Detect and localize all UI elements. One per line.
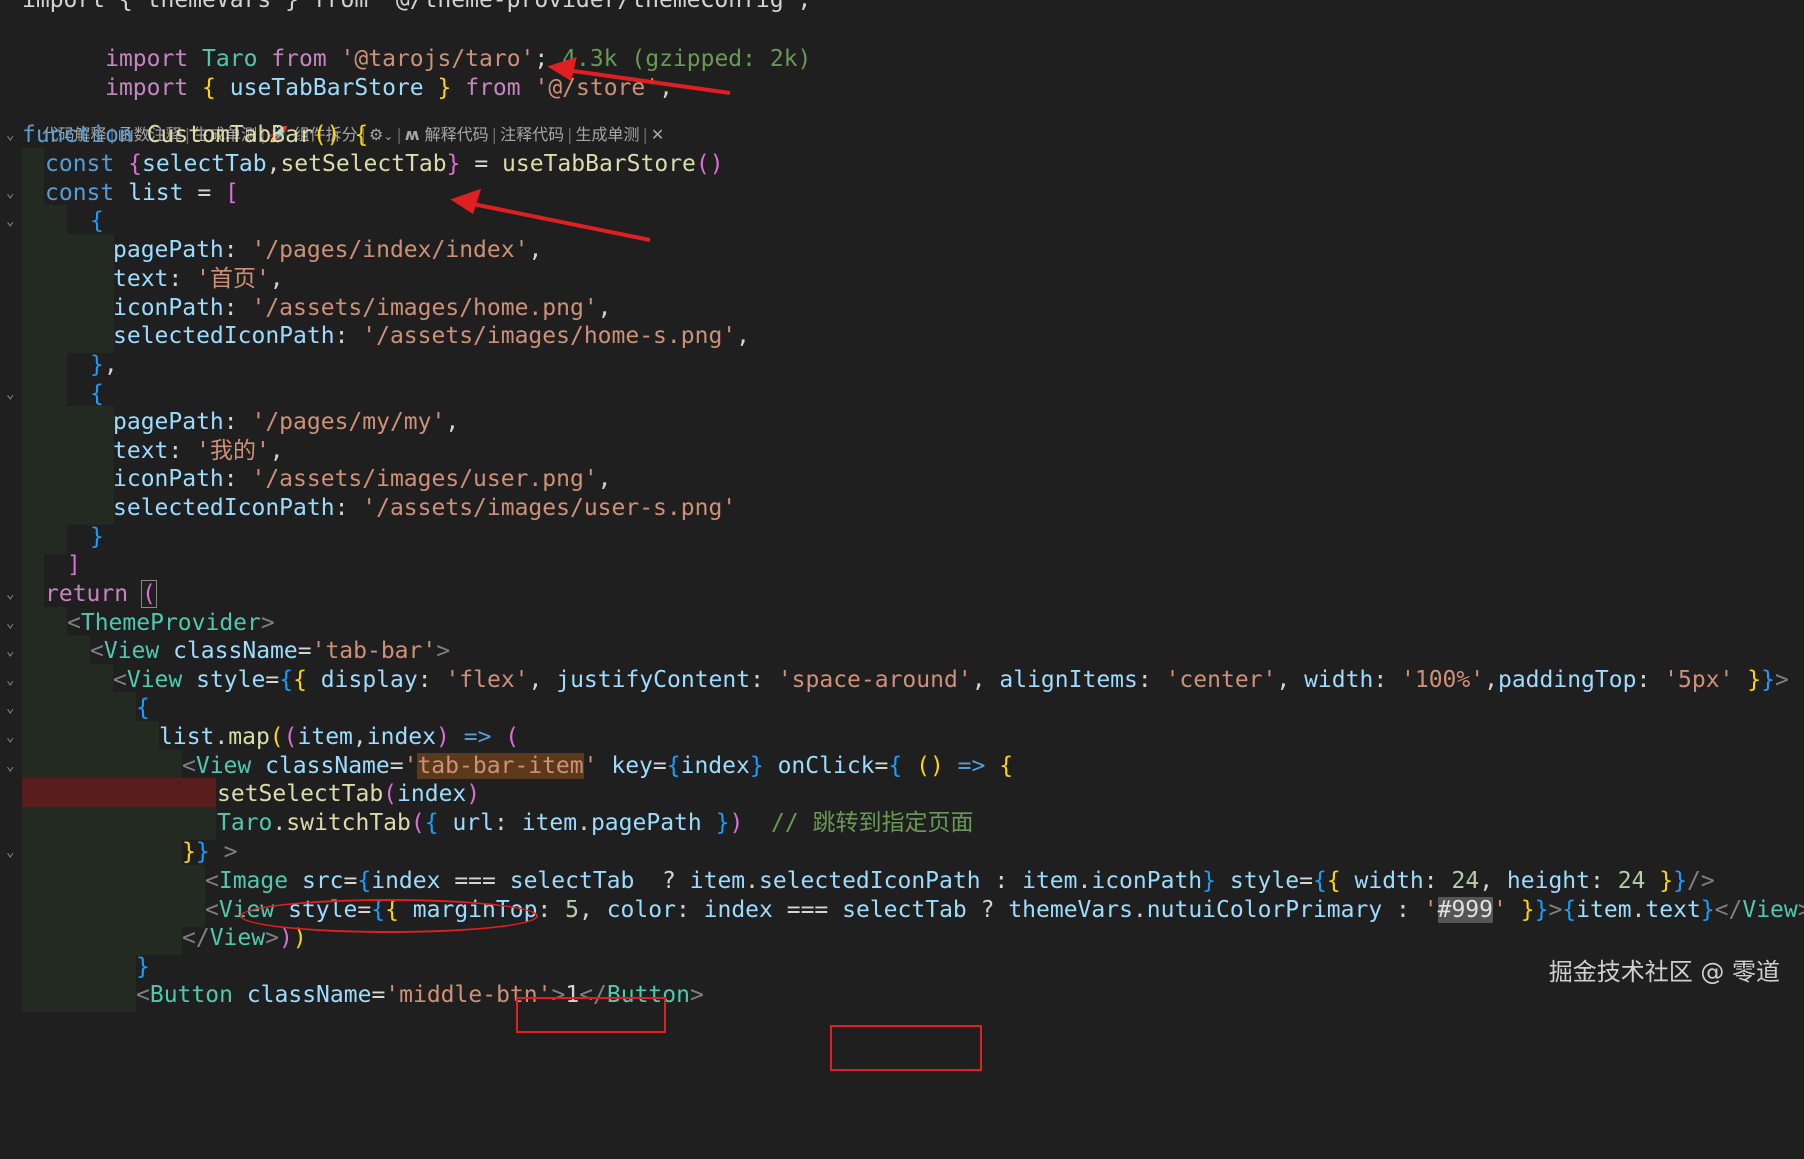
param-item: item: [689, 868, 746, 894]
key-display: display: [320, 667, 418, 693]
param-index: index: [397, 781, 467, 807]
key-url: url: [452, 810, 494, 836]
key-selectediconpath: selectedIconPath: [113, 495, 335, 521]
code-line-button: <Button className='middle-btn'>1</Button…: [0, 979, 1804, 1012]
key-color: color: [606, 897, 676, 923]
keyword-function: function: [22, 122, 133, 148]
attr-classname: className: [246, 982, 372, 1008]
keyword-const: const: [45, 151, 115, 177]
annotation-box-selecttab-2: [830, 1025, 982, 1071]
string-selectediconpath: '/assets/images/user-s.png': [362, 495, 737, 521]
tag-view: View: [126, 667, 183, 693]
key-justify-content: justifyContent: [556, 667, 751, 693]
identifier-theme-vars: themeVars: [1008, 897, 1133, 923]
key-width: width: [1304, 667, 1374, 693]
code-comment: // 跳转到指定页面: [771, 810, 974, 836]
identifier-list: list: [159, 724, 215, 750]
call-set-select-tab: setSelectTab: [217, 781, 384, 807]
param-item: item: [521, 810, 578, 836]
number-24: 24: [1451, 868, 1480, 894]
attr-onclick: onClick: [777, 753, 875, 779]
param-index: index: [366, 724, 437, 750]
attr-style: style: [196, 667, 266, 693]
param-item: item: [1022, 868, 1078, 894]
key-padding-top: paddingTop: [1497, 667, 1637, 693]
prop-page-path: pagePath: [590, 810, 702, 836]
key-height: height: [1506, 868, 1590, 894]
key-pagepath: pagePath: [113, 409, 224, 435]
tag-view: View: [103, 638, 160, 664]
tag-view: View: [1742, 897, 1798, 923]
identifier-list: list: [128, 180, 184, 206]
key-iconpath: iconPath: [113, 295, 224, 321]
identifier-select-tab: selectTab: [842, 897, 967, 923]
tag-image: Image: [218, 868, 289, 894]
keyword-return: return: [45, 581, 129, 607]
identifier-select-tab: selectTab: [509, 868, 635, 894]
number-24: 24: [1617, 868, 1646, 894]
call-map: map: [228, 724, 270, 750]
attr-key: key: [611, 753, 653, 779]
param-index: index: [680, 753, 750, 779]
string-100pct: '100%': [1401, 667, 1485, 693]
annotation-ellipse: [240, 899, 538, 933]
identifier-set-select-tab: setSelectTab: [280, 151, 447, 177]
string-pagepath: '/pages/index/index': [251, 237, 529, 263]
tag-view: View: [209, 925, 266, 951]
call-switch-tab: switchTab: [286, 810, 411, 836]
string-text: '首页': [196, 266, 270, 292]
key-width: width: [1354, 868, 1424, 894]
annotation-box-selecttab-1: [516, 997, 666, 1033]
keyword-const: const: [45, 180, 115, 206]
attr-style: style: [1229, 868, 1300, 894]
identifier-select-tab: selectTab: [141, 151, 267, 177]
param-item: item: [1576, 897, 1632, 923]
number-5: 5: [565, 897, 579, 923]
watermark: 掘金技术社区 @ 零道: [1548, 958, 1780, 986]
string-pagepath: '/pages/my/my': [251, 409, 446, 435]
code-line-import-store: import { useTabBarStore } from '@/store'…: [0, 39, 1804, 101]
string-tab-bar-item: tab-bar-item: [417, 753, 584, 779]
attr-classname: className: [173, 638, 298, 664]
param-item: item: [297, 724, 353, 750]
prop-nutui-color-primary: nutuiColorPrimary: [1146, 897, 1383, 923]
string-color-999: #999: [1437, 897, 1493, 923]
string-iconpath: '/assets/images/user.png': [251, 466, 598, 492]
identifier-taro: Taro: [217, 810, 273, 836]
string-selectediconpath: '/assets/images/home-s.png': [362, 323, 737, 349]
prop-text: text: [1645, 897, 1701, 923]
string-tab-bar: 'tab-bar': [311, 638, 437, 664]
string-5px: '5px': [1664, 667, 1734, 693]
string-center: 'center': [1165, 667, 1277, 693]
code-editor[interactable]: import { themeVars } from '@/theme-provi…: [0, 0, 1804, 1159]
key-selectediconpath: selectedIconPath: [113, 323, 335, 349]
string-iconpath: '/assets/images/home.png': [251, 295, 598, 321]
prop-selected-icon-path: selectedIconPath: [759, 868, 981, 894]
tag-theme-provider: ThemeProvider: [80, 610, 261, 636]
key-align-items: alignItems: [999, 667, 1138, 693]
attr-src: src: [301, 868, 344, 894]
tag-button: Button: [149, 982, 233, 1008]
key-text: text: [113, 266, 169, 292]
string-space-around: 'space-around': [777, 667, 972, 693]
string-flex: 'flex': [445, 667, 529, 693]
string-text: '我的': [196, 438, 270, 464]
attr-classname: className: [265, 753, 390, 779]
function-name: CustomTabBar: [146, 122, 313, 148]
call-use-tab-bar-store: useTabBarStore: [502, 151, 696, 177]
prop-icon-path: iconPath: [1091, 868, 1203, 894]
tag-view: View: [195, 753, 252, 779]
key-pagepath: pagePath: [113, 237, 224, 263]
indent-guide: [22, 979, 136, 1012]
param-index: index: [371, 868, 441, 894]
key-iconpath: iconPath: [113, 466, 224, 492]
key-text: text: [113, 438, 169, 464]
param-index: index: [703, 897, 773, 923]
